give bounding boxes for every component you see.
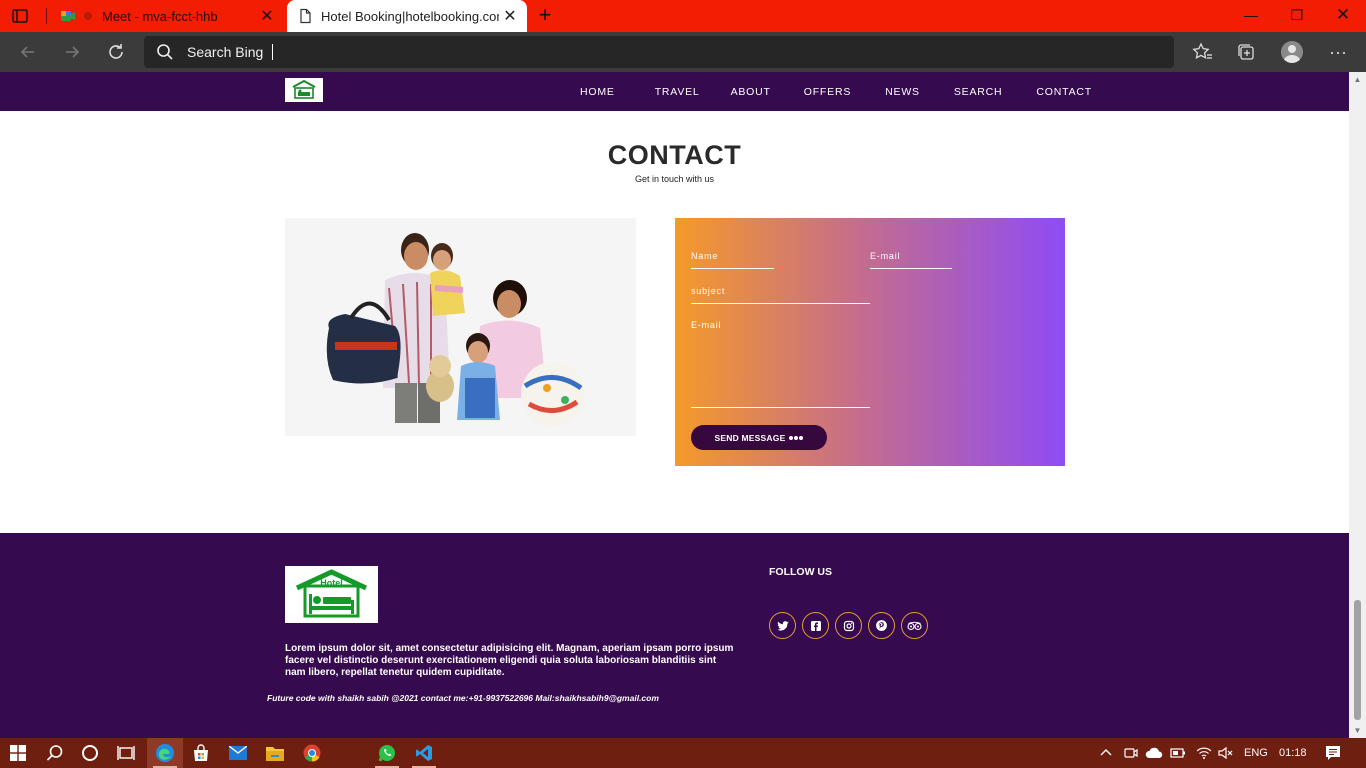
hotel-logo-icon	[292, 79, 316, 99]
family-photo	[285, 218, 636, 436]
family-travel-image	[326, 233, 585, 426]
chrome-icon[interactable]	[294, 738, 330, 768]
start-icon[interactable]	[0, 738, 36, 768]
contact-heading: CONTACT	[607, 140, 742, 170]
scrollbar-thumb[interactable]	[1354, 600, 1361, 720]
message-field-label[interactable]: E-mail	[691, 320, 721, 330]
meet-favicon-icon	[61, 11, 75, 21]
refresh-icon[interactable]	[105, 41, 127, 63]
nav-home[interactable]: HOME	[566, 86, 629, 98]
language-indicator[interactable]: ENG	[1244, 738, 1268, 768]
tripadvisor-icon[interactable]	[901, 612, 928, 639]
dots-icon	[789, 435, 804, 440]
name-field-label[interactable]: Name	[691, 251, 718, 261]
back-icon[interactable]	[17, 41, 39, 63]
search-input[interactable]	[187, 41, 1147, 63]
subject-field[interactable]	[691, 303, 870, 304]
text-caret	[272, 44, 273, 60]
footer-logo-text: Hotel	[320, 578, 343, 588]
tab-hotel-booking[interactable]: Hotel Booking|hotelbooking.com ✕	[287, 0, 527, 32]
close-window-icon[interactable]: ✕	[1320, 4, 1366, 26]
pinterest-icon[interactable]	[868, 612, 895, 639]
tab-title: Hotel Booking|hotelbooking.com	[321, 8, 499, 24]
message-field[interactable]	[691, 407, 870, 408]
site-navbar: HOME TRAVEL ABOUT OFFERS NEWS SEARCH CON…	[0, 72, 1349, 111]
footer-description: Lorem ipsum dolor sit, amet consectetur …	[285, 643, 734, 678]
recording-dot-icon	[84, 12, 92, 20]
nav-news[interactable]: NEWS	[865, 86, 934, 98]
vscode-icon[interactable]	[406, 738, 442, 768]
contact-form: Name E-mail subject E-mail SEND MESSAGE	[675, 218, 1065, 466]
windows-taskbar: ENG 01:18	[0, 738, 1366, 768]
contact-subtitle: Get in touch with us	[634, 174, 715, 184]
footer-copyright: Future code with shaikh sabih @2021 cont…	[267, 693, 659, 703]
tab-title: Meet - mva-fcct-hhb	[102, 8, 218, 24]
subject-field-label[interactable]: subject	[691, 286, 725, 296]
task-view-icon[interactable]	[108, 738, 144, 768]
search-icon[interactable]	[37, 738, 73, 768]
edge-taskbar-icon[interactable]	[147, 738, 183, 768]
email-field-label[interactable]: E-mail	[870, 251, 900, 261]
site-footer: Hotel Lorem ipsum dolor sit, amet consec…	[0, 533, 1349, 738]
restore-icon[interactable]: ❐	[1274, 4, 1320, 26]
nav-travel[interactable]: TRAVEL	[629, 86, 714, 98]
forward-icon[interactable]	[61, 41, 83, 63]
name-field[interactable]	[691, 268, 774, 269]
scroll-down-icon[interactable]: ▼	[1353, 726, 1362, 735]
tab-separator	[46, 8, 47, 24]
show-hidden-icons[interactable]	[1099, 738, 1113, 768]
search-icon	[157, 44, 173, 60]
minimize-icon[interactable]: —	[1228, 4, 1274, 26]
profile-avatar[interactable]	[1281, 41, 1303, 63]
hotel-bed-icon: Hotel	[295, 569, 368, 618]
main-menu: HOME TRAVEL ABOUT OFFERS NEWS SEARCH CON…	[566, 72, 1106, 111]
page-favicon-icon	[300, 8, 311, 24]
scroll-up-icon[interactable]: ▲	[1353, 75, 1362, 84]
nav-about[interactable]: ABOUT	[714, 86, 785, 98]
browser-tab-bar: Meet - mva-fcct-hhb ✕ Hotel Booking|hote…	[0, 0, 1366, 32]
send-button-label: SEND MESSAGE	[714, 432, 786, 443]
favorites-icon[interactable]	[1190, 40, 1214, 64]
nav-offers[interactable]: OFFERS	[785, 86, 865, 98]
battery-icon[interactable]	[1170, 738, 1186, 768]
nav-contact[interactable]: CONTACT	[1016, 86, 1106, 98]
new-tab-icon[interactable]: +	[534, 4, 556, 26]
close-tab-icon[interactable]: ✕	[499, 6, 521, 26]
wifi-icon[interactable]	[1196, 738, 1212, 768]
store-icon[interactable]	[183, 738, 219, 768]
meet-now-icon[interactable]	[1124, 738, 1138, 768]
tab-actions-icon[interactable]	[10, 6, 30, 26]
page-viewport: HOME TRAVEL ABOUT OFFERS NEWS SEARCH CON…	[0, 72, 1349, 738]
social-links	[769, 612, 928, 639]
follow-us-heading: FOLLOW US	[769, 566, 832, 578]
close-tab-icon[interactable]: ✕	[256, 6, 278, 26]
more-options-icon[interactable]: ···	[1326, 40, 1350, 64]
facebook-icon[interactable]	[802, 612, 829, 639]
site-logo[interactable]	[285, 78, 323, 102]
file-explorer-icon[interactable]	[257, 738, 293, 768]
page-scrollbar[interactable]: ▲ ▼	[1349, 72, 1366, 738]
volume-muted-icon[interactable]	[1218, 738, 1234, 768]
cortana-icon[interactable]	[72, 738, 108, 768]
onedrive-icon[interactable]	[1145, 738, 1163, 768]
twitter-icon[interactable]	[769, 612, 796, 639]
clock[interactable]: 01:18	[1279, 738, 1307, 768]
browser-toolbar: ···	[0, 32, 1366, 72]
notifications-icon[interactable]	[1325, 738, 1341, 768]
email-field[interactable]	[870, 268, 952, 269]
collections-icon[interactable]	[1234, 40, 1258, 64]
tab-meet[interactable]: Meet - mva-fcct-hhb ✕	[50, 0, 284, 32]
mail-icon[interactable]	[220, 738, 256, 768]
footer-logo[interactable]: Hotel	[285, 566, 378, 623]
send-message-button[interactable]: SEND MESSAGE	[691, 425, 827, 450]
address-bar[interactable]	[144, 36, 1174, 68]
instagram-icon[interactable]	[835, 612, 862, 639]
nav-search[interactable]: SEARCH	[934, 86, 1017, 98]
whatsapp-icon[interactable]	[369, 738, 405, 768]
